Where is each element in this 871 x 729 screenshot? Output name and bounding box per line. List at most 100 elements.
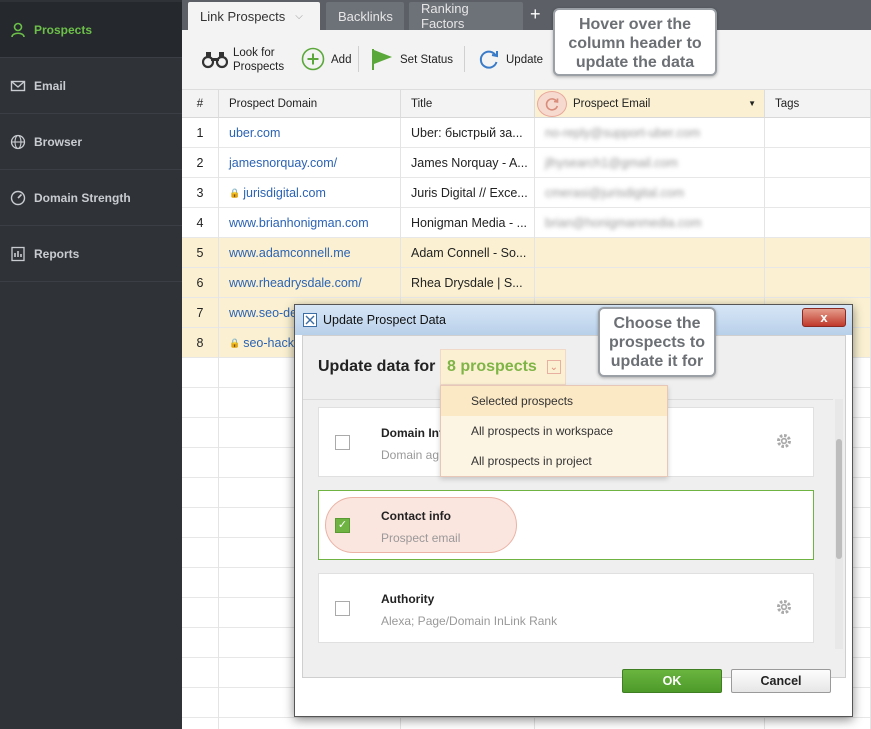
sidebar-item-domain-strength[interactable]: Domain Strength xyxy=(0,170,182,226)
empty-cell xyxy=(182,718,219,729)
cell-title: Adam Connell - So... xyxy=(401,238,535,268)
gear-icon[interactable] xyxy=(775,598,793,616)
table-row[interactable]: 2 jamesnorquay.com/James Norquay - A... jl… xyxy=(182,148,871,178)
domain-link[interactable]: jurisdigital.com xyxy=(243,186,326,200)
add-button[interactable]: Add xyxy=(301,42,351,78)
cell-domain: www.adamconnell.me xyxy=(219,238,401,268)
domain-link[interactable]: www.brianhonigman.com xyxy=(229,216,369,230)
domain-link[interactable]: seo-hacke xyxy=(243,336,301,350)
tab-link-prospects[interactable]: Link Prospects ⌵ xyxy=(188,2,320,30)
num-value: 4 xyxy=(196,216,204,230)
empty-cell xyxy=(182,658,219,688)
option-subtitle: Alexa; Page/Domain InLink Rank xyxy=(381,614,558,628)
column-header-email[interactable]: Prospect Email ▼ xyxy=(535,90,765,118)
table-row[interactable]: 6 www.rheadrysdale.com/Rhea Drysdale | S.… xyxy=(182,268,871,298)
cell-num: 2 xyxy=(182,148,219,178)
option-card-contact-info[interactable]: ✓ Contact info Prospect email xyxy=(318,490,814,560)
update-prospect-data-dialog: Update Prospect Data x Update data for 8… xyxy=(294,304,853,717)
column-header-domain[interactable]: Prospect Domain xyxy=(219,90,401,118)
sidebar-item-label: Browser xyxy=(34,134,83,149)
num-value: 7 xyxy=(196,306,204,320)
ok-button[interactable]: OK xyxy=(622,669,722,693)
num-value: 6 xyxy=(196,276,204,290)
checkbox-authority[interactable] xyxy=(335,601,350,616)
cell-tags xyxy=(765,268,871,298)
scrollbar-thumb[interactable] xyxy=(836,439,842,559)
tab-label: Link Prospects xyxy=(200,8,286,24)
cell-num: 8 xyxy=(182,328,219,358)
title-value: Juris Digital // Exce... xyxy=(411,186,528,200)
cell-domain: www.rheadrysdale.com/ xyxy=(219,268,401,298)
num-value: 2 xyxy=(196,156,204,170)
cell-tags xyxy=(765,208,871,238)
column-header-title[interactable]: Title xyxy=(401,90,535,118)
menu-item-all-in-workspace[interactable]: All prospects in workspace xyxy=(441,416,667,446)
report-icon xyxy=(10,246,26,262)
scrollbar[interactable] xyxy=(835,399,843,649)
cell-title: Juris Digital // Exce... xyxy=(401,178,535,208)
domain-link[interactable]: uber.com xyxy=(229,126,280,140)
option-card-authority[interactable]: Authority Alexa; Page/Domain InLink Rank xyxy=(318,573,814,643)
cell-email: cmerasi@jurisdigital.com xyxy=(535,178,765,208)
option-title: Authority xyxy=(381,592,435,606)
sidebar-item-prospects[interactable]: Prospects xyxy=(0,2,182,58)
option-title: Contact info xyxy=(381,509,451,523)
tab-ranking-factors[interactable]: Ranking Factors xyxy=(409,1,523,31)
tab-backlinks[interactable]: Backlinks xyxy=(326,2,404,30)
chevron-down-icon[interactable]: ⌵ xyxy=(295,11,303,22)
table-row[interactable]: 1 uber.com Uber: быстрый за... no-reply@sup… xyxy=(182,118,871,148)
dialog-body: Update data for 8 prospects ⌄ Selected p… xyxy=(302,335,846,678)
cell-num: 5 xyxy=(182,238,219,268)
add-tab-button[interactable]: + xyxy=(530,4,541,25)
domain-link[interactable]: jamesnorquay.com/ xyxy=(229,156,337,170)
column-header-label: Prospect Email xyxy=(573,97,651,110)
close-button[interactable]: x xyxy=(802,308,846,327)
domain-link[interactable]: www.seo-de xyxy=(229,306,297,320)
look-for-prospects-button[interactable]: Look for Prospects xyxy=(201,42,285,78)
domain-link[interactable]: www.adamconnell.me xyxy=(229,246,351,260)
dialog-title: Update Prospect Data xyxy=(323,313,446,327)
update-button[interactable]: Update xyxy=(478,42,543,78)
menu-item-all-in-project[interactable]: All prospects in project xyxy=(441,446,667,476)
option-subtitle: Domain ag xyxy=(381,448,440,462)
refresh-icon[interactable] xyxy=(537,91,567,117)
cell-domain: uber.com xyxy=(219,118,401,148)
tab-bar: Link Prospects ⌵ Backlinks Ranking Facto… xyxy=(182,0,871,31)
plus-circle-icon xyxy=(301,47,325,74)
table-row[interactable]: 5 www.adamconnell.me Adam Connell - So... xyxy=(182,238,871,268)
gear-icon[interactable] xyxy=(775,432,793,450)
table-row[interactable]: 4 www.brianhonigman.com Honigman Media - .… xyxy=(182,208,871,238)
column-header-number[interactable]: # xyxy=(182,90,219,118)
cell-domain: www.brianhonigman.com xyxy=(219,208,401,238)
menu-item-selected-prospects[interactable]: Selected prospects xyxy=(441,386,667,416)
cell-title: Uber: быстрый за... xyxy=(401,118,535,148)
table-row[interactable]: 3 🔒 jurisdigital.com Juris Digital // Exce.… xyxy=(182,178,871,208)
empty-row xyxy=(182,718,871,729)
domain-link[interactable]: www.rheadrysdale.com/ xyxy=(229,276,362,290)
cell-email: brian@honigmanmedia.com xyxy=(535,208,765,238)
cell-email xyxy=(535,268,765,298)
checkbox-domain-info[interactable] xyxy=(335,435,350,450)
set-status-button[interactable]: Set Status xyxy=(370,42,453,78)
checkbox-contact-info[interactable]: ✓ xyxy=(335,518,350,533)
flag-icon xyxy=(370,47,394,74)
column-header-tags[interactable]: Tags xyxy=(765,90,871,118)
empty-cell xyxy=(182,598,219,628)
cancel-button[interactable]: Cancel xyxy=(731,669,831,693)
title-value: Honigman Media - ... xyxy=(411,216,528,230)
sidebar-item-browser[interactable]: Browser xyxy=(0,114,182,170)
chevron-down-icon[interactable]: ⌄ xyxy=(546,360,561,374)
email-value: jlhysearch1@gmail.com xyxy=(545,156,678,170)
sidebar-item-email[interactable]: Email xyxy=(0,58,182,114)
user-icon xyxy=(10,22,26,38)
envelope-icon xyxy=(10,78,26,94)
scope-dropdown[interactable]: 8 prospects ⌄ xyxy=(440,349,566,385)
cell-title: Rhea Drysdale | S... xyxy=(401,268,535,298)
update-data-label: Update data for xyxy=(318,358,436,375)
sidebar-item-label: Domain Strength xyxy=(34,190,131,205)
sidebar-item-reports[interactable]: Reports xyxy=(0,226,182,282)
num-value: 5 xyxy=(196,246,204,260)
prospects-label: Prospects xyxy=(233,61,285,73)
chevron-down-icon[interactable]: ▼ xyxy=(748,99,756,108)
cell-num: 7 xyxy=(182,298,219,328)
